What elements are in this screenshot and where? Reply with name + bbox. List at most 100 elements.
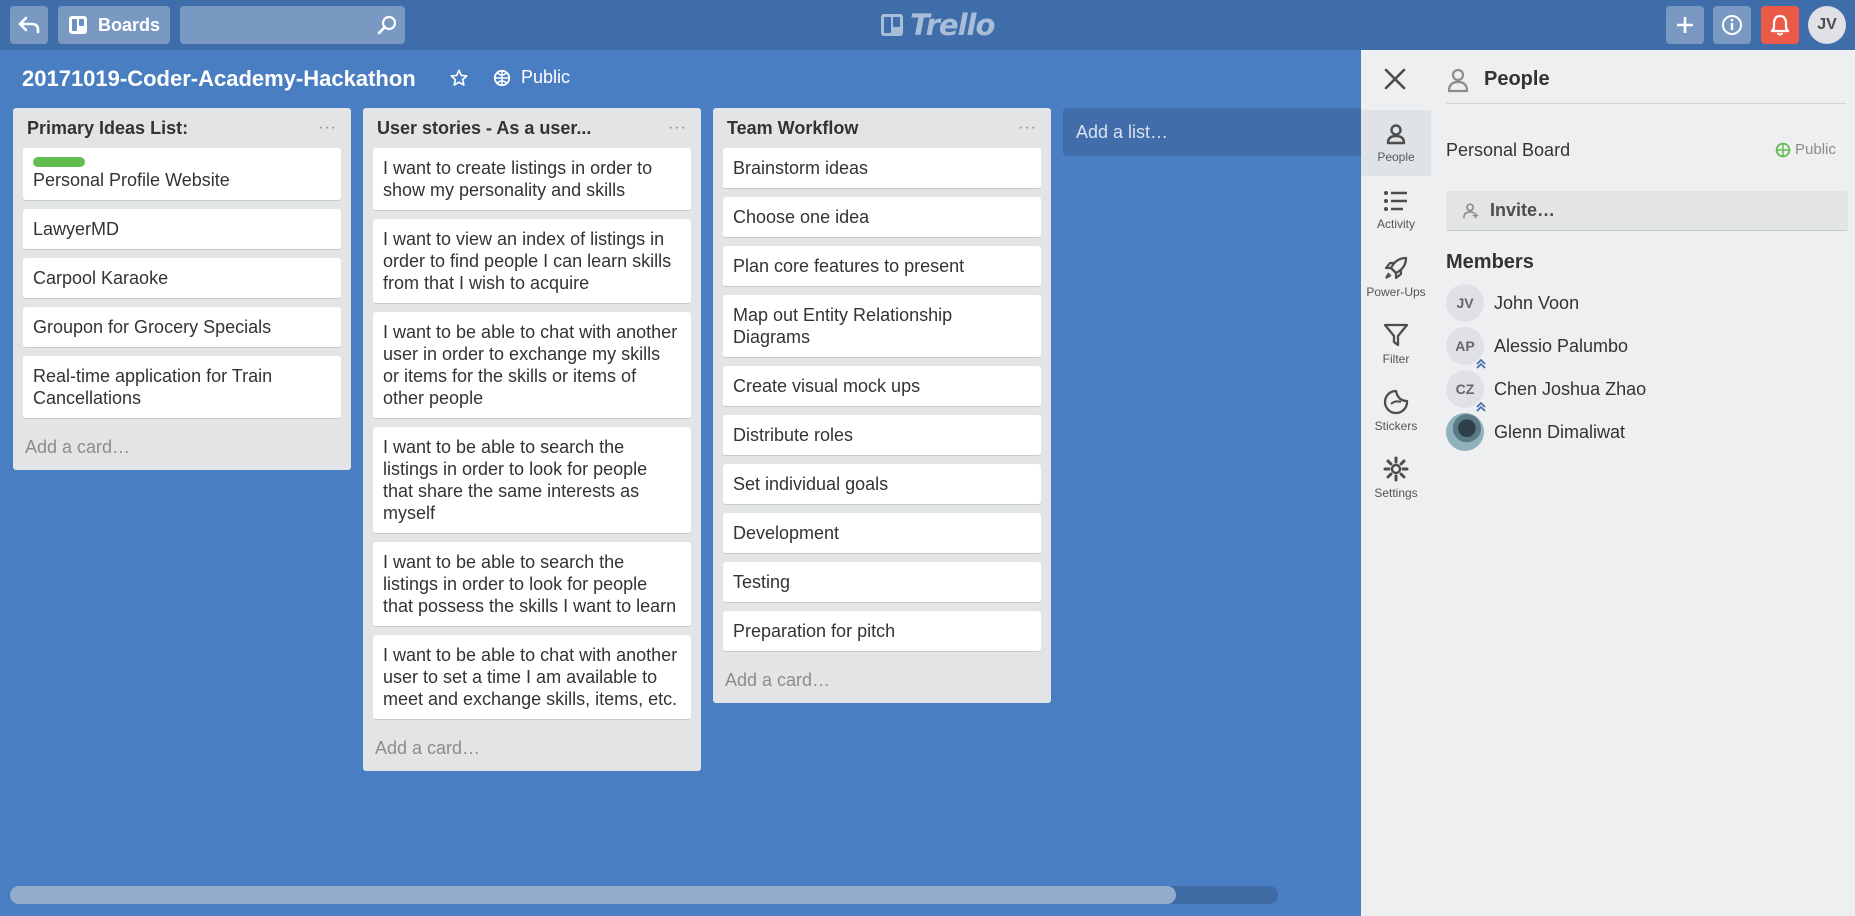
rail-label: People bbox=[1377, 150, 1415, 164]
card-text: Choose one idea bbox=[733, 207, 870, 227]
member-initials: CZ bbox=[1455, 381, 1475, 397]
add-card-button[interactable]: Add a card… bbox=[373, 728, 691, 761]
gear-icon bbox=[1383, 456, 1409, 482]
card[interactable]: Distribute roles bbox=[723, 415, 1041, 456]
card[interactable]: I want to be able to search the listings… bbox=[373, 427, 691, 534]
member-glenn-dimaliwat[interactable]: Glenn Dimaliwat bbox=[1446, 413, 1625, 451]
board-visibility[interactable]: Public bbox=[1775, 141, 1855, 158]
panel-header: People bbox=[1446, 62, 1846, 104]
back-button[interactable] bbox=[10, 6, 48, 44]
member-chen-joshua-zhao[interactable]: CZ Chen Joshua Zhao bbox=[1446, 370, 1647, 412]
card[interactable]: Map out Entity Relationship Diagrams bbox=[723, 295, 1041, 358]
horizontal-scrollbar[interactable] bbox=[10, 886, 1278, 904]
card[interactable]: I want to view an index of listings in o… bbox=[373, 219, 691, 304]
visibility-button[interactable]: Public bbox=[493, 67, 570, 88]
card[interactable]: Plan core features to present bbox=[723, 246, 1041, 287]
card[interactable]: I want to be able to chat with another u… bbox=[373, 635, 691, 720]
member-john-voon[interactable]: JV John Voon bbox=[1446, 284, 1579, 322]
boards-button[interactable]: Boards bbox=[58, 6, 170, 44]
card-text: I want to be able to search the listings… bbox=[383, 552, 677, 616]
card-text: I want to be able to search the listings… bbox=[383, 437, 648, 523]
card-text: I want to create listings in order to sh… bbox=[383, 158, 653, 200]
member-avatar[interactable]: CZ bbox=[1446, 370, 1486, 412]
card[interactable]: Testing bbox=[723, 562, 1041, 603]
create-button[interactable] bbox=[1666, 6, 1704, 44]
list-header[interactable]: Primary Ideas List: ··· bbox=[23, 108, 341, 148]
card[interactable]: Carpool Karaoke bbox=[23, 258, 341, 299]
list-title[interactable]: Team Workflow bbox=[727, 118, 858, 139]
person-icon bbox=[1386, 124, 1406, 145]
card[interactable]: Brainstorm ideas bbox=[723, 148, 1041, 189]
card[interactable]: Groupon for Grocery Specials bbox=[23, 307, 341, 348]
card-text: I want to be able to chat with another u… bbox=[383, 322, 678, 408]
globe-icon bbox=[493, 69, 511, 86]
board-visibility-label: Public bbox=[1795, 141, 1836, 158]
user-avatar[interactable]: JV bbox=[1808, 6, 1846, 44]
add-card-button[interactable]: Add a card… bbox=[723, 660, 1041, 693]
members-title: Members bbox=[1446, 251, 1534, 273]
invite-button[interactable]: Invite… bbox=[1446, 191, 1848, 231]
member-avatar[interactable]: JV bbox=[1446, 284, 1484, 322]
list-primary-ideas: Primary Ideas List: ··· Personal Profile… bbox=[13, 108, 351, 470]
list-menu-icon[interactable]: ··· bbox=[1018, 119, 1037, 137]
card-text: Create visual mock ups bbox=[733, 376, 921, 396]
card[interactable]: Real-time application for Train Cancella… bbox=[23, 356, 341, 419]
rail-item-stickers[interactable]: Stickers bbox=[1361, 378, 1431, 444]
card[interactable]: I want to be able to chat with another u… bbox=[373, 312, 691, 419]
close-icon[interactable] bbox=[1382, 66, 1408, 92]
card[interactable]: Create visual mock ups bbox=[723, 366, 1041, 407]
card[interactable]: Preparation for pitch bbox=[723, 611, 1041, 652]
list-menu-icon[interactable]: ··· bbox=[668, 119, 687, 137]
rail-item-activity[interactable]: Activity bbox=[1361, 177, 1431, 243]
search-box[interactable] bbox=[180, 6, 405, 44]
card-text: I want to be able to chat with another u… bbox=[383, 645, 678, 709]
list-user-stories: User stories - As a user... ··· I want t… bbox=[363, 108, 701, 771]
people-panel: People Personal Board Public Invite… Mem… bbox=[1431, 50, 1855, 916]
invite-label: Invite… bbox=[1490, 200, 1556, 220]
card-text: I want to view an index of listings in o… bbox=[383, 229, 672, 293]
card[interactable]: Choose one idea bbox=[723, 197, 1041, 238]
rail-item-power-ups[interactable]: Power-Ups bbox=[1361, 244, 1431, 310]
search-icon[interactable] bbox=[377, 15, 397, 35]
list-title[interactable]: Primary Ideas List: bbox=[27, 118, 188, 139]
rail-item-people[interactable]: People bbox=[1361, 110, 1431, 176]
visibility-label: Public bbox=[521, 67, 571, 87]
activity-list-icon bbox=[1384, 191, 1407, 211]
add-card-button[interactable]: Add a card… bbox=[23, 427, 341, 460]
list-menu-icon[interactable]: ··· bbox=[318, 119, 337, 137]
card-text: Plan core features to present bbox=[733, 256, 965, 276]
trello-logo[interactable]: Trello bbox=[880, 8, 995, 42]
list-title[interactable]: User stories - As a user... bbox=[377, 118, 591, 139]
list-header[interactable]: User stories - As a user... ··· bbox=[373, 108, 691, 148]
plus-icon bbox=[1677, 17, 1693, 33]
card-text: Testing bbox=[733, 572, 791, 592]
rail-item-settings[interactable]: Settings bbox=[1361, 445, 1431, 511]
card[interactable]: Development bbox=[723, 513, 1041, 554]
notifications-button[interactable] bbox=[1761, 6, 1799, 44]
card[interactable]: I want to create listings in order to sh… bbox=[373, 148, 691, 211]
admin-chevrons-icon bbox=[1476, 359, 1486, 369]
card-text: Real-time application for Train Cancella… bbox=[33, 366, 273, 408]
search-input[interactable] bbox=[180, 6, 405, 44]
card-text: Preparation for pitch bbox=[733, 621, 896, 641]
list-header[interactable]: Team Workflow ··· bbox=[723, 108, 1041, 148]
member-initials: AP bbox=[1455, 338, 1475, 354]
boards-icon bbox=[68, 16, 87, 34]
card-text: Distribute roles bbox=[733, 425, 854, 445]
card[interactable]: Personal Profile Website bbox=[23, 148, 341, 201]
info-button[interactable] bbox=[1713, 6, 1751, 44]
board-title[interactable]: 20171019-Coder-Academy-Hackathon bbox=[22, 66, 416, 92]
card[interactable]: I want to be able to search the listings… bbox=[373, 542, 691, 627]
card[interactable]: Set individual goals bbox=[723, 464, 1041, 505]
member-photo-avatar[interactable] bbox=[1446, 413, 1484, 451]
scrollbar-thumb[interactable] bbox=[10, 886, 1176, 904]
member-name: Chen Joshua Zhao bbox=[1494, 378, 1647, 399]
star-icon[interactable] bbox=[450, 69, 468, 87]
card-text: Brainstorm ideas bbox=[733, 158, 869, 178]
member-avatar[interactable]: AP bbox=[1446, 327, 1486, 369]
rail-item-filter[interactable]: Filter bbox=[1361, 311, 1431, 377]
card[interactable]: LawyerMD bbox=[23, 209, 341, 250]
member-alessio-palumbo[interactable]: AP Alessio Palumbo bbox=[1446, 327, 1628, 369]
panel-title: People bbox=[1484, 68, 1550, 90]
add-list-button[interactable]: Add a list… bbox=[1063, 108, 1361, 156]
